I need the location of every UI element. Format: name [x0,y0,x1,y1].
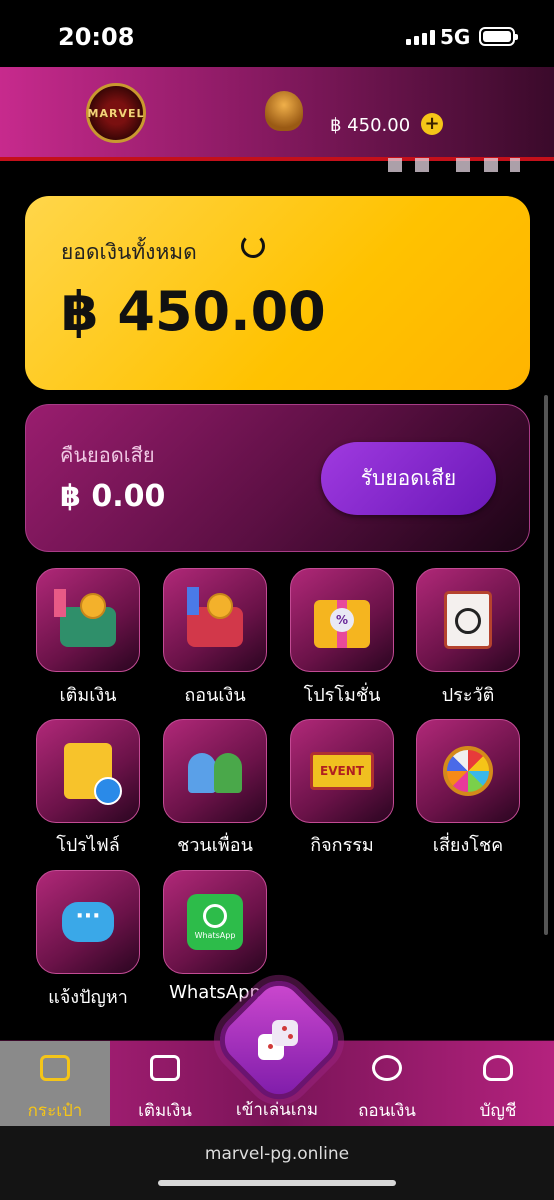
network-type: 5G [440,25,471,49]
menu-label-withdraw: ถอนเงิน [184,685,246,706]
nav-account-label: บัญชี [479,1101,517,1121]
friends-icon [184,749,246,793]
cashback-card: คืนยอดเสีย ฿ 0.00 รับยอดเสีย [25,404,530,552]
signal-icon [406,29,435,45]
nav-play-label: เข้าเล่นเกม [235,1100,319,1120]
home-indicator[interactable] [158,1180,396,1186]
menu-tile-invite[interactable] [163,719,267,823]
chat-bubble-icon: ··· [62,902,126,952]
deposit-wallet-icon [54,589,116,647]
gift-icon: % [314,600,370,648]
whatsapp-icon: WhatsApp [187,894,243,950]
menu-tile-events[interactable]: EVENT [290,719,394,823]
scrollbar[interactable] [544,395,548,935]
cashback-amount: ฿ 0.00 [60,479,166,514]
menu-label-promotion: โปรโมชั่น [303,685,381,706]
menu-tile-deposit[interactable] [36,568,140,672]
deposit-icon [150,1055,180,1081]
username-redacted [388,158,402,172]
menu-label-events: กิจกรรม [310,835,374,856]
username-redacted [510,158,520,172]
menu-tile-profile[interactable] [36,719,140,823]
battery-icon [479,27,518,46]
rank-trophy-icon [265,91,303,131]
menu-tile-whatsapp[interactable]: WhatsApp [163,870,267,974]
menu-tile-withdraw[interactable] [163,568,267,672]
menu-label-invite: ชวนเพื่อน [177,835,253,856]
nav-withdraw[interactable]: ถอนเงิน [332,1041,442,1127]
balance-amount: ฿ 450.00 [61,280,326,343]
nav-account[interactable]: บัญชี [443,1041,553,1127]
menu-tile-lucky[interactable] [416,719,520,823]
dice-icon [258,1020,300,1062]
app-header: MARVEL [0,67,554,172]
user-icon [483,1055,513,1081]
event-sign-icon: EVENT [310,752,374,790]
menu-label-history: ประวัติ [441,685,495,706]
menu-tile-report[interactable]: ··· [36,870,140,974]
menu-tile-history[interactable] [416,568,520,672]
money-hand-icon [372,1055,402,1081]
nav-wallet[interactable]: กระเป๋า [0,1041,110,1127]
status-time: 20:08 [58,23,135,51]
menu-label-deposit: เติมเงิน [59,685,117,706]
header-balance: ฿ 450.00 [330,115,411,136]
url-text: marvel-pg.online [204,1144,350,1164]
menu-label-profile: โปรไฟล์ [56,835,120,856]
nav-deposit[interactable]: เติมเงิน [110,1041,220,1127]
browser-url-bar[interactable]: marvel-pg.online [0,1126,554,1200]
history-clipboard-icon [444,591,492,649]
username-redacted [415,158,429,172]
profile-icon [64,743,122,805]
menu-label-lucky: เสี่ยงโชค [432,835,504,856]
withdraw-wallet-icon [187,587,243,647]
balance-card: ยอดเงินทั้งหมด ฿ 450.00 [25,196,530,390]
lucky-wheel-icon [443,746,493,796]
claim-cashback-button[interactable]: รับยอดเสีย [321,442,496,515]
nav-wallet-label: กระเป๋า [27,1101,83,1121]
username-redacted [456,158,470,172]
wallet-icon [40,1055,70,1081]
menu-label-report: แจ้งปัญหา [48,987,128,1008]
balance-label: ยอดเงินทั้งหมด [61,240,197,264]
refresh-icon[interactable] [241,234,265,258]
status-bar: 20:08 5G [0,0,554,68]
menu-tile-promotion[interactable]: % [290,568,394,672]
username-redacted [484,158,498,172]
cashback-label: คืนยอดเสีย [60,443,155,467]
marvel-logo[interactable]: MARVEL [86,83,146,143]
nav-deposit-label: เติมเงิน [138,1101,192,1121]
nav-withdraw-label: ถอนเงิน [358,1101,416,1121]
add-funds-button[interactable]: + [421,113,443,135]
